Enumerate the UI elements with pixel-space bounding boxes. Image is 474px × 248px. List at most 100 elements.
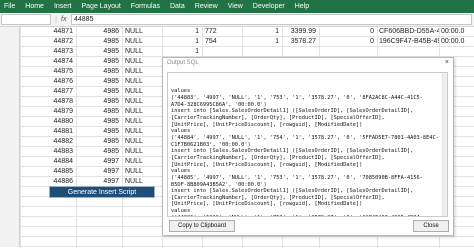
cell-a[interactable]: 44885 [20,167,76,177]
row-header[interactable] [0,37,20,47]
cell-e[interactable] [202,237,242,247]
cell-d[interactable]: 1 [162,47,202,57]
cell-b[interactable]: 4985 [76,77,122,87]
row-header[interactable] [0,27,20,37]
cell-f[interactable] [242,237,282,247]
close-button[interactable]: Close [413,220,449,232]
cell-b[interactable] [76,227,122,237]
cell-a[interactable]: 44876 [20,77,76,87]
cell-g[interactable]: 3399.99 [282,27,319,37]
cell-a[interactable]: 44884 [20,157,76,167]
row-header[interactable] [0,107,20,117]
cell-c[interactable] [122,217,162,227]
cell-b[interactable]: 4985 [76,137,122,147]
menu-view[interactable]: View [223,0,248,13]
cell-a[interactable]: 44880 [20,117,76,127]
row-header[interactable] [0,137,20,147]
cell-a[interactable]: 44879 [20,107,76,117]
cell-b[interactable]: 4985 [76,147,122,157]
cell-d[interactable]: 1 [162,27,202,37]
row-header[interactable] [0,117,20,127]
cell-i[interactable]: CF606BBD-D55A-4085-87E7-CA59F603EAE [377,27,439,37]
menu-insert[interactable]: Insert [49,0,77,13]
cell-f[interactable]: 1 [242,37,282,47]
row-header[interactable] [0,197,20,207]
cell-h[interactable] [319,237,377,247]
cell-c[interactable]: NULL [122,67,162,77]
cell-e[interactable] [202,47,242,57]
cell-c[interactable] [122,207,162,217]
row-header[interactable] [0,227,20,237]
name-box[interactable] [1,14,51,25]
generate-insert-script-button[interactable]: Generate Insert Script [49,186,155,198]
cell-c[interactable]: NULL [122,157,162,167]
cell-a[interactable]: 44874 [20,57,76,67]
row-header[interactable] [0,67,20,77]
row-header[interactable] [0,97,20,107]
cell-f[interactable]: 1 [242,27,282,37]
menu-home[interactable]: Home [20,0,49,13]
sql-output-textbox[interactable]: values ('44883', '4997', 'NULL', '1', '7… [167,72,448,217]
cell-c[interactable]: NULL [122,77,162,87]
cell-b[interactable]: 4997 [76,167,122,177]
menu-data[interactable]: Data [165,0,190,13]
menu-formulas[interactable]: Formulas [126,0,165,13]
cell-c[interactable]: NULL [122,147,162,157]
cell-e[interactable]: 754 [202,37,242,47]
sql-output-scrollbar[interactable] [442,73,447,216]
cell-a[interactable]: 44872 [20,37,76,47]
cell-b[interactable]: 4986 [76,27,122,37]
cell-h[interactable] [319,47,377,57]
menu-file[interactable]: File [0,0,20,13]
cell-j[interactable]: 00:00.0 [439,27,474,37]
cell-b[interactable]: 4985 [76,47,122,57]
cell-h[interactable]: 0 [319,27,377,37]
cell-i[interactable]: 196C9F47-B45B-498D-97F7-3CADE7E0E01A [377,37,439,47]
cell-b[interactable]: 4985 [76,107,122,117]
cell-b[interactable]: 4985 [76,37,122,47]
cell-d[interactable]: 1 [162,37,202,47]
cell-h[interactable]: 0 [319,37,377,47]
cell-a[interactable]: 44882 [20,137,76,147]
cell-j[interactable] [439,47,474,57]
row-header[interactable] [0,207,20,217]
row-header[interactable] [0,127,20,137]
row-header[interactable] [0,77,20,87]
row-header[interactable] [0,157,20,167]
cell-b[interactable] [76,217,122,227]
cell-c[interactable]: NULL [122,107,162,117]
cell-i[interactable] [377,237,439,247]
cell-c[interactable]: NULL [122,167,162,177]
row-header[interactable] [0,167,20,177]
menu-help[interactable]: Help [290,0,314,13]
cell-j[interactable] [439,237,474,247]
cell-d[interactable] [162,237,202,247]
cell-c[interactable]: NULL [122,37,162,47]
cell-a[interactable]: 44877 [20,87,76,97]
cell-c[interactable]: NULL [122,137,162,147]
menu-page-layout[interactable]: Page Layout [76,0,125,13]
row-header[interactable] [0,237,20,247]
menu-review[interactable]: Review [190,0,223,13]
row-header[interactable] [0,57,20,67]
cell-i[interactable] [377,47,439,57]
row-header[interactable] [0,177,20,187]
cell-a[interactable]: 44883 [20,147,76,157]
cell-a[interactable] [20,207,76,217]
cell-b[interactable]: 4985 [76,87,122,97]
row-header[interactable] [0,147,20,157]
cell-c[interactable]: NULL [122,57,162,67]
cell-c[interactable] [122,237,162,247]
cell-c[interactable]: NULL [122,97,162,107]
cell-f[interactable] [242,47,282,57]
formula-input[interactable]: 44885 [71,14,472,25]
cell-a[interactable] [20,217,76,227]
cell-b[interactable]: 4985 [76,127,122,137]
cell-a[interactable]: 44875 [20,67,76,77]
cell-b[interactable]: 4985 [76,67,122,77]
cell-a[interactable]: 44871 [20,27,76,37]
cell-b[interactable]: 4985 [76,57,122,67]
row-header[interactable] [0,217,20,227]
cell-g[interactable]: 3578.27 [282,37,319,47]
copy-to-clipboard-button[interactable]: Copy to Clipboard [169,220,235,232]
